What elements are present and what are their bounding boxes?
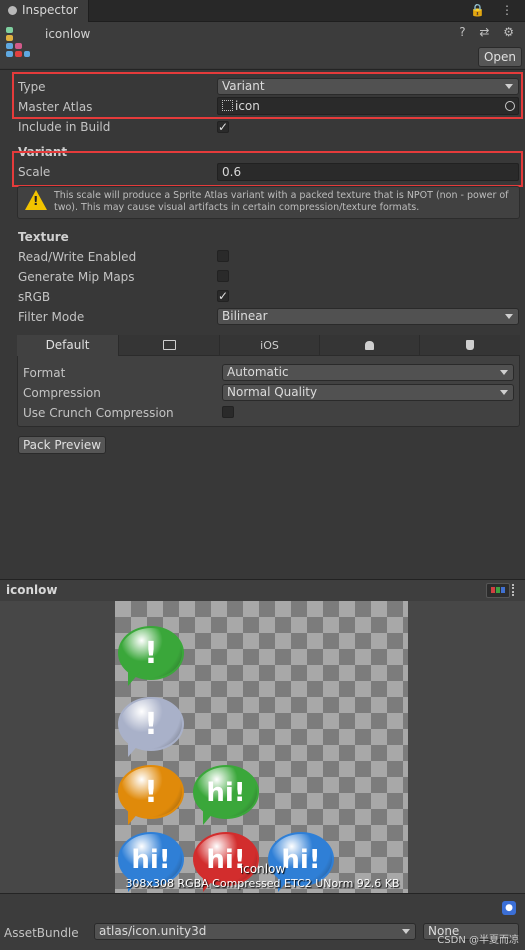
filter-mode-label: Filter Mode bbox=[18, 310, 85, 324]
tag-icon[interactable]: ● bbox=[502, 901, 516, 915]
sprite-bubble-tail bbox=[203, 811, 215, 825]
srgb-label: sRGB bbox=[18, 290, 51, 304]
texture-header: Texture bbox=[18, 230, 69, 244]
format-label: Format bbox=[23, 366, 66, 380]
filter-mode-value: Bilinear bbox=[222, 309, 268, 323]
chevron-down-icon bbox=[500, 370, 508, 375]
webgl-icon bbox=[466, 340, 474, 350]
chevron-down-icon bbox=[500, 390, 508, 395]
filter-mode-dropdown[interactable]: Bilinear bbox=[217, 308, 519, 325]
sprite-bubble-tail bbox=[128, 811, 140, 825]
tab-standalone[interactable] bbox=[119, 335, 220, 356]
open-button[interactable]: Open bbox=[478, 47, 522, 67]
read-write-label: Read/Write Enabled bbox=[18, 250, 137, 264]
compression-value: Normal Quality bbox=[227, 385, 318, 399]
crunch-checkbox[interactable] bbox=[222, 406, 234, 418]
tab-inspector-label: Inspector bbox=[22, 3, 78, 17]
preview-info: 308x308 RGBA Compressed ETC2 UNorm 92.6 … bbox=[125, 877, 400, 890]
asset-bundle-label: AssetBundle bbox=[4, 926, 79, 940]
highlight-scale bbox=[12, 151, 523, 187]
warning-icon-mark: ! bbox=[33, 194, 39, 208]
format-dropdown[interactable]: Automatic bbox=[222, 364, 514, 381]
compression-label: Compression bbox=[23, 386, 101, 400]
mip-maps-checkbox[interactable] bbox=[217, 270, 229, 282]
srgb-checkbox[interactable]: ✓ bbox=[217, 290, 229, 302]
crunch-label: Use Crunch Compression bbox=[23, 406, 174, 420]
inspector-tab-icon bbox=[8, 6, 17, 15]
warning-text: This scale will produce a Sprite Atlas v… bbox=[54, 190, 509, 213]
preview-header bbox=[0, 579, 525, 602]
preview-title: iconlow bbox=[6, 583, 58, 597]
sprite-bubble-tail bbox=[128, 743, 140, 757]
help-settings-icon[interactable]: ? ⇄ ⚙ bbox=[459, 25, 519, 39]
include-in-build-checkbox[interactable]: ✓ bbox=[217, 121, 229, 133]
sprite-bubble-tail bbox=[128, 672, 140, 686]
sprite-atlas-icon bbox=[4, 27, 30, 57]
asset-bundle-value: atlas/icon.unity3d bbox=[99, 924, 207, 938]
format-value: Automatic bbox=[227, 365, 289, 379]
read-write-checkbox[interactable] bbox=[217, 250, 229, 262]
preview-atlas-name: iconlow bbox=[239, 862, 286, 876]
channel-toggle-icon[interactable] bbox=[486, 583, 510, 598]
desktop-icon bbox=[162, 340, 176, 350]
compression-dropdown[interactable]: Normal Quality bbox=[222, 384, 514, 401]
asset-title: iconlow bbox=[45, 27, 91, 41]
asset-bundle-dropdown[interactable]: atlas/icon.unity3d bbox=[94, 923, 416, 940]
tab-android[interactable] bbox=[320, 335, 420, 356]
tab-ios[interactable]: iOS bbox=[220, 335, 320, 356]
tab-default[interactable]: Default bbox=[17, 335, 119, 356]
chevron-down-icon bbox=[505, 314, 513, 319]
mip-maps-label: Generate Mip Maps bbox=[18, 270, 135, 284]
watermark: CSDN @半夏而凉 bbox=[437, 935, 519, 946]
pack-preview-button[interactable]: Pack Preview bbox=[18, 436, 106, 454]
include-in-build-label: Include in Build bbox=[18, 120, 111, 134]
tab-webgl[interactable] bbox=[420, 335, 520, 356]
highlight-type-master bbox=[12, 72, 523, 119]
android-icon bbox=[365, 341, 374, 350]
lock-icon[interactable]: 🔒 ⋮ bbox=[470, 3, 519, 17]
header-divider bbox=[0, 69, 525, 70]
chevron-down-icon bbox=[402, 929, 410, 934]
tab-inspector[interactable]: Inspector bbox=[0, 0, 89, 22]
preview-options-icon[interactable] bbox=[512, 584, 517, 596]
